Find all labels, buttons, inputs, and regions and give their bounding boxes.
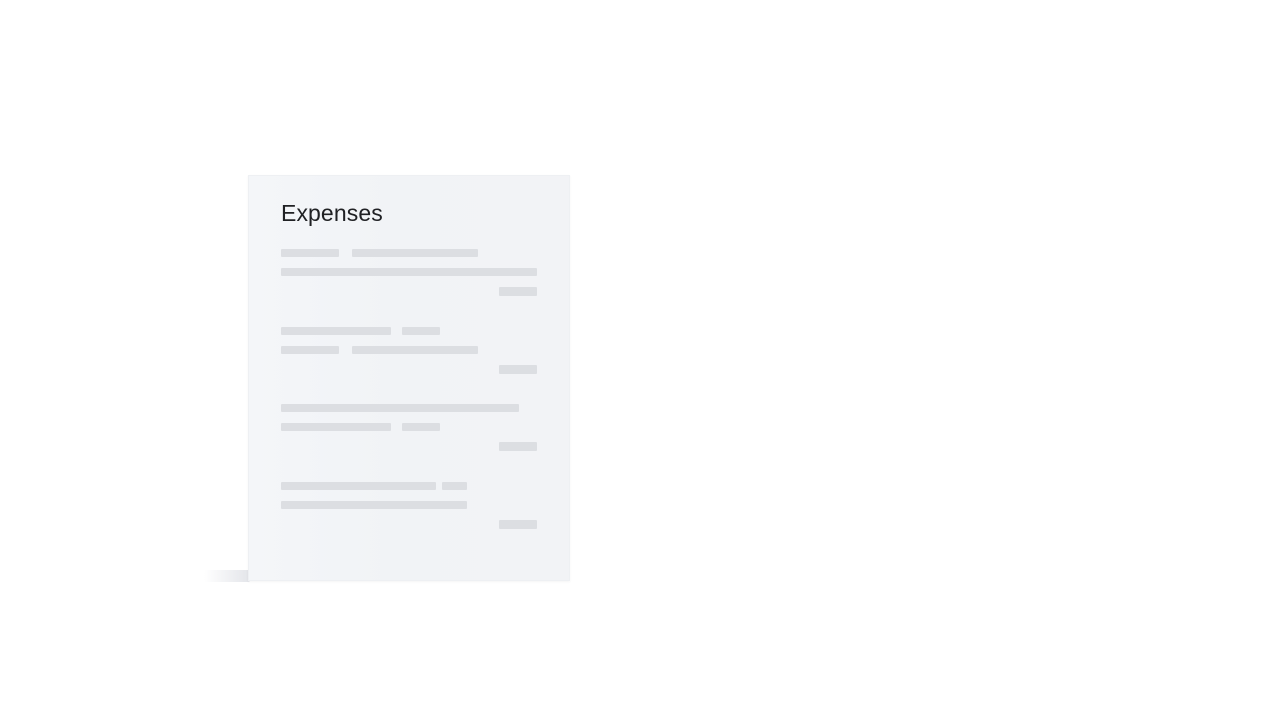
placeholder-text-line: [402, 423, 440, 431]
placeholder-text-line: [281, 268, 537, 276]
placeholder-text-line: [281, 482, 436, 490]
card-shadow: [204, 570, 250, 582]
placeholder-text-line: [281, 404, 519, 412]
page: Expenses: [0, 0, 1280, 720]
placeholder-text-line: [352, 346, 478, 354]
placeholder-text-line: [281, 346, 339, 354]
placeholder-text-line: [281, 249, 339, 257]
placeholder-text-line: [442, 482, 467, 490]
placeholder-text-line: [402, 327, 440, 335]
placeholder-text-line: [281, 501, 467, 509]
placeholder-amount: [499, 287, 537, 296]
expenses-card: Expenses: [248, 175, 570, 581]
placeholder-text-line: [352, 249, 478, 257]
placeholder-amount: [499, 442, 537, 451]
placeholder-amount: [499, 365, 537, 374]
placeholder-text-line: [281, 423, 391, 431]
card-title: Expenses: [281, 200, 383, 226]
placeholder-text-line: [281, 327, 391, 335]
placeholder-amount: [499, 520, 537, 529]
